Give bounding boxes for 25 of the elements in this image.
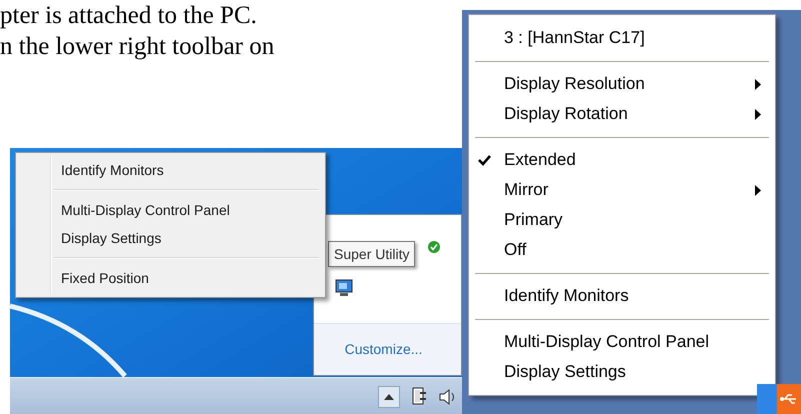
usb-tray-icon[interactable] [777, 384, 801, 414]
monitor-icon [334, 278, 354, 298]
power-plug-icon[interactable] [412, 387, 428, 407]
menu-item[interactable]: Identify Monitors [469, 281, 775, 311]
menu-item[interactable]: Mirror [469, 175, 775, 205]
body-text: pter is attached to the PC. [0, 1, 258, 31]
show-hidden-icons-button[interactable] [378, 386, 400, 408]
up-arrow-icon [384, 394, 394, 400]
menu-item[interactable]: Multi-Display Control Panel [16, 196, 325, 224]
menu-item[interactable]: 3 : [HannStar C17] [469, 23, 775, 53]
menu-item[interactable]: Off [469, 235, 775, 265]
body-text: n the lower right toolbar on [0, 32, 276, 62]
menu-item[interactable]: Multi-Display Control Panel [469, 327, 775, 357]
usb-icon [780, 392, 798, 406]
speaker-icon[interactable] [439, 388, 457, 406]
menu-item[interactable]: Fixed Position [16, 264, 325, 292]
menu-item[interactable]: Identify Monitors [16, 156, 325, 184]
menu-item[interactable]: Display Settings [469, 357, 775, 387]
menu-item[interactable]: Display Rotation [469, 99, 775, 129]
menu-item[interactable]: Primary [469, 205, 775, 235]
tooltip: Super Utility [328, 241, 416, 267]
check-badge-icon [428, 241, 440, 253]
menu-item[interactable]: Display Resolution [469, 69, 775, 99]
menu-item[interactable]: Extended [469, 145, 775, 175]
menu-item[interactable]: Display Settings [16, 224, 325, 252]
